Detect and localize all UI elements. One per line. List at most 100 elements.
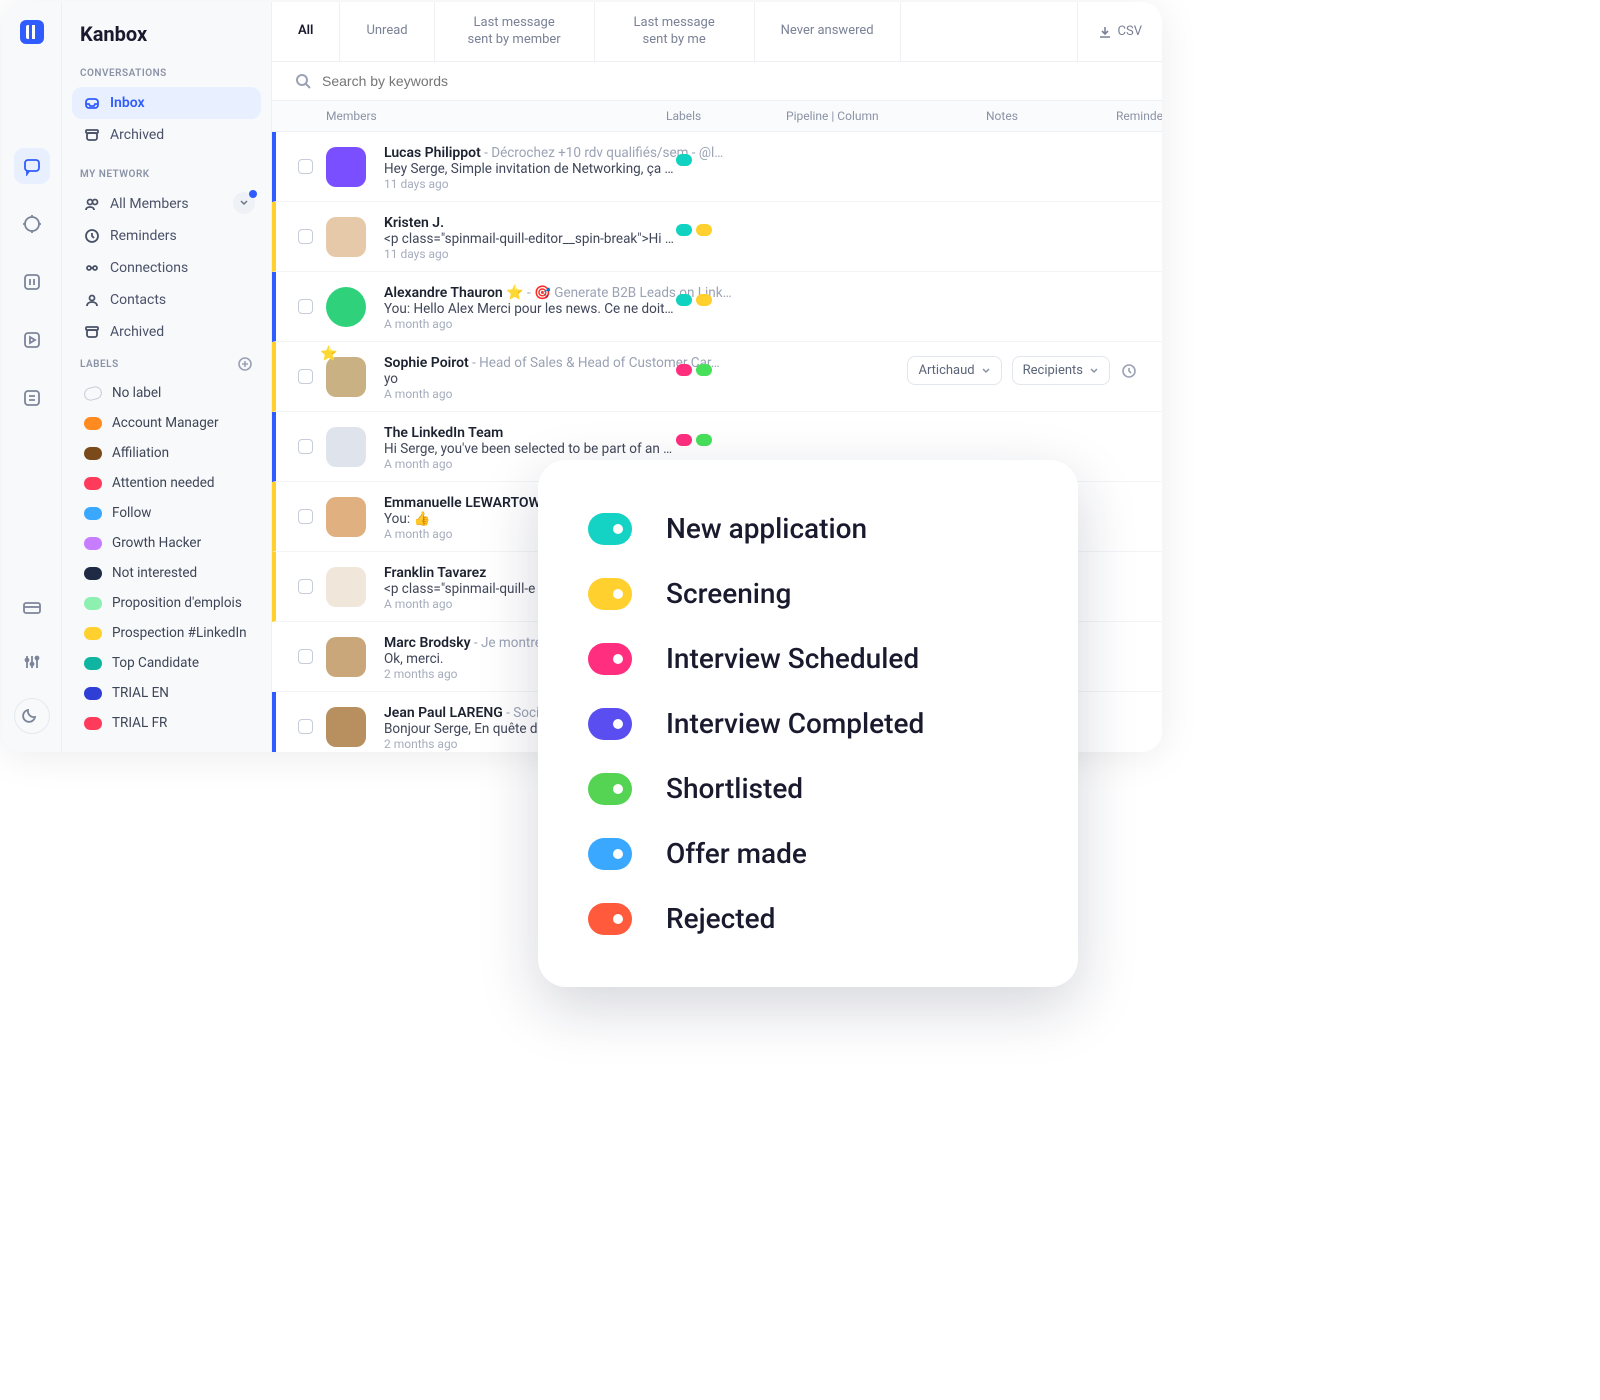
chevron-down-icon	[1089, 366, 1099, 376]
row-checkbox[interactable]	[298, 649, 313, 664]
sidebar-archived[interactable]: Archived	[72, 119, 261, 151]
rail-target[interactable]	[14, 206, 50, 242]
label-item[interactable]: Not interested	[72, 558, 261, 588]
popup-item[interactable]: New application	[588, 496, 1028, 561]
sidebar-archived-2[interactable]: Archived	[72, 316, 261, 348]
add-label-icon[interactable]	[237, 356, 253, 372]
label-item[interactable]: Prospection #LinkedIn	[72, 618, 261, 648]
expand-members[interactable]	[233, 192, 255, 214]
message-preview: Hi Serge, you've been selected to be par…	[384, 441, 674, 457]
row-checkbox[interactable]	[298, 369, 313, 384]
tab-last-message-sent-by-member[interactable]: Last message sent by member	[435, 2, 595, 61]
popup-item[interactable]: Screening	[588, 561, 1028, 626]
label-item[interactable]: Affiliation	[72, 438, 261, 468]
label-pill	[696, 224, 712, 236]
row-labels	[676, 364, 712, 376]
label-item[interactable]: Proposition d'emplois	[72, 588, 261, 618]
row-checkbox[interactable]	[298, 229, 313, 244]
archive-icon	[84, 324, 100, 340]
label-pill	[676, 294, 692, 306]
message-row[interactable]: Lucas Philippot - Décrochez +10 rdv qual…	[272, 132, 1162, 202]
popup-item[interactable]: Interview Completed	[588, 691, 1028, 756]
label-pill	[676, 224, 692, 236]
popup-item[interactable]: Offer made	[588, 821, 1028, 886]
message-preview: You: Hello Alex Merci pour les news. Ce …	[384, 301, 674, 317]
member-name: Jean Paul LARENG	[384, 705, 503, 721]
label-item[interactable]: No label	[72, 378, 261, 408]
label-pill	[676, 364, 692, 376]
popup-color-icon	[588, 708, 632, 740]
row-labels	[676, 224, 712, 236]
member-name: The LinkedIn Team	[384, 425, 503, 441]
row-checkbox[interactable]	[298, 719, 313, 734]
csv-export[interactable]: CSV	[1077, 2, 1162, 61]
reminder-icon[interactable]	[1120, 362, 1138, 380]
label-color-icon	[84, 687, 102, 700]
rail-billing[interactable]	[14, 590, 50, 626]
message-preview: Hey Serge, Simple invitation de Networki…	[384, 161, 674, 177]
tabs: AllUnreadLast message sent by memberLast…	[272, 2, 1162, 62]
connections-icon	[84, 260, 100, 276]
label-item[interactable]: TRIAL EN	[72, 678, 261, 708]
message-time: 11 days ago	[384, 247, 1140, 261]
sidebar-contacts[interactable]: Contacts	[72, 284, 261, 316]
sidebar-inbox[interactable]: Inbox	[72, 87, 261, 119]
popup-item[interactable]: Shortlisted	[588, 756, 1028, 821]
card-icon	[22, 598, 42, 618]
member-name: Alexandre Thauron ⭐	[384, 285, 524, 301]
table-header: Members Labels Pipeline | Column Notes R…	[272, 101, 1162, 132]
tab-all[interactable]: All	[272, 2, 340, 61]
popup-color-icon	[588, 513, 632, 545]
rail-play[interactable]	[14, 322, 50, 358]
message-row[interactable]: Kristen J.<p class="spinmail-quill-edito…	[272, 202, 1162, 272]
member-name: Sophie Poirot	[384, 355, 469, 371]
label-pill	[676, 434, 692, 446]
row-checkbox[interactable]	[298, 159, 313, 174]
column-chip[interactable]: Recipients	[1012, 356, 1110, 385]
popup-label: Interview Completed	[666, 707, 924, 740]
rail-settings[interactable]	[14, 644, 50, 680]
message-row[interactable]: Alexandre Thauron ⭐ - 🎯 Generate B2B Lea…	[272, 272, 1162, 342]
sidebar-reminders[interactable]: Reminders	[72, 220, 261, 252]
tab-unread[interactable]: Unread	[340, 2, 434, 61]
rail-board[interactable]	[14, 264, 50, 300]
rail-messages[interactable]	[14, 148, 50, 184]
popup-item[interactable]: Rejected	[588, 886, 1028, 951]
popup-label: Offer made	[666, 837, 807, 870]
archive-icon	[84, 127, 100, 143]
download-icon	[1098, 25, 1112, 39]
message-content: Alexandre Thauron ⭐ - 🎯 Generate B2B Lea…	[374, 282, 1150, 331]
tab-never-answered[interactable]: Never answered	[755, 2, 901, 61]
label-color-icon	[84, 717, 102, 730]
avatar	[326, 217, 366, 257]
clock-icon	[84, 228, 100, 244]
popup-color-icon	[588, 903, 632, 935]
tab-last-message-sent-by-me[interactable]: Last message sent by me	[595, 2, 755, 61]
label-item[interactable]: Account Manager	[72, 408, 261, 438]
message-preview: yo	[384, 371, 674, 387]
message-time: A month ago	[384, 317, 1140, 331]
popup-item[interactable]: Interview Scheduled	[588, 626, 1028, 691]
label-color-icon	[84, 627, 102, 640]
rail-notes[interactable]	[14, 380, 50, 416]
popup-label: Rejected	[666, 902, 775, 935]
sliders-icon	[22, 652, 42, 672]
row-checkbox[interactable]	[298, 509, 313, 524]
label-item[interactable]: Growth Hacker	[72, 528, 261, 558]
message-row[interactable]: Sophie Poirot - Head of Sales & Head of …	[272, 342, 1162, 412]
rail-theme[interactable]	[14, 698, 50, 734]
col-pipeline: Pipeline | Column	[786, 109, 986, 123]
row-checkbox[interactable]	[298, 579, 313, 594]
label-color-icon	[84, 567, 102, 580]
row-checkbox[interactable]	[298, 439, 313, 454]
search-input[interactable]	[322, 73, 1140, 89]
sidebar-connections[interactable]: Connections	[72, 252, 261, 284]
row-checkbox[interactable]	[298, 299, 313, 314]
pipeline-chip[interactable]: Artichaud	[907, 356, 1001, 385]
label-item[interactable]: Follow	[72, 498, 261, 528]
label-item[interactable]: Top Candidate	[72, 648, 261, 678]
popup-color-icon	[588, 773, 632, 805]
col-members: Members	[326, 109, 666, 123]
label-item[interactable]: Attention needed	[72, 468, 261, 498]
label-item[interactable]: TRIAL FR	[72, 708, 261, 738]
